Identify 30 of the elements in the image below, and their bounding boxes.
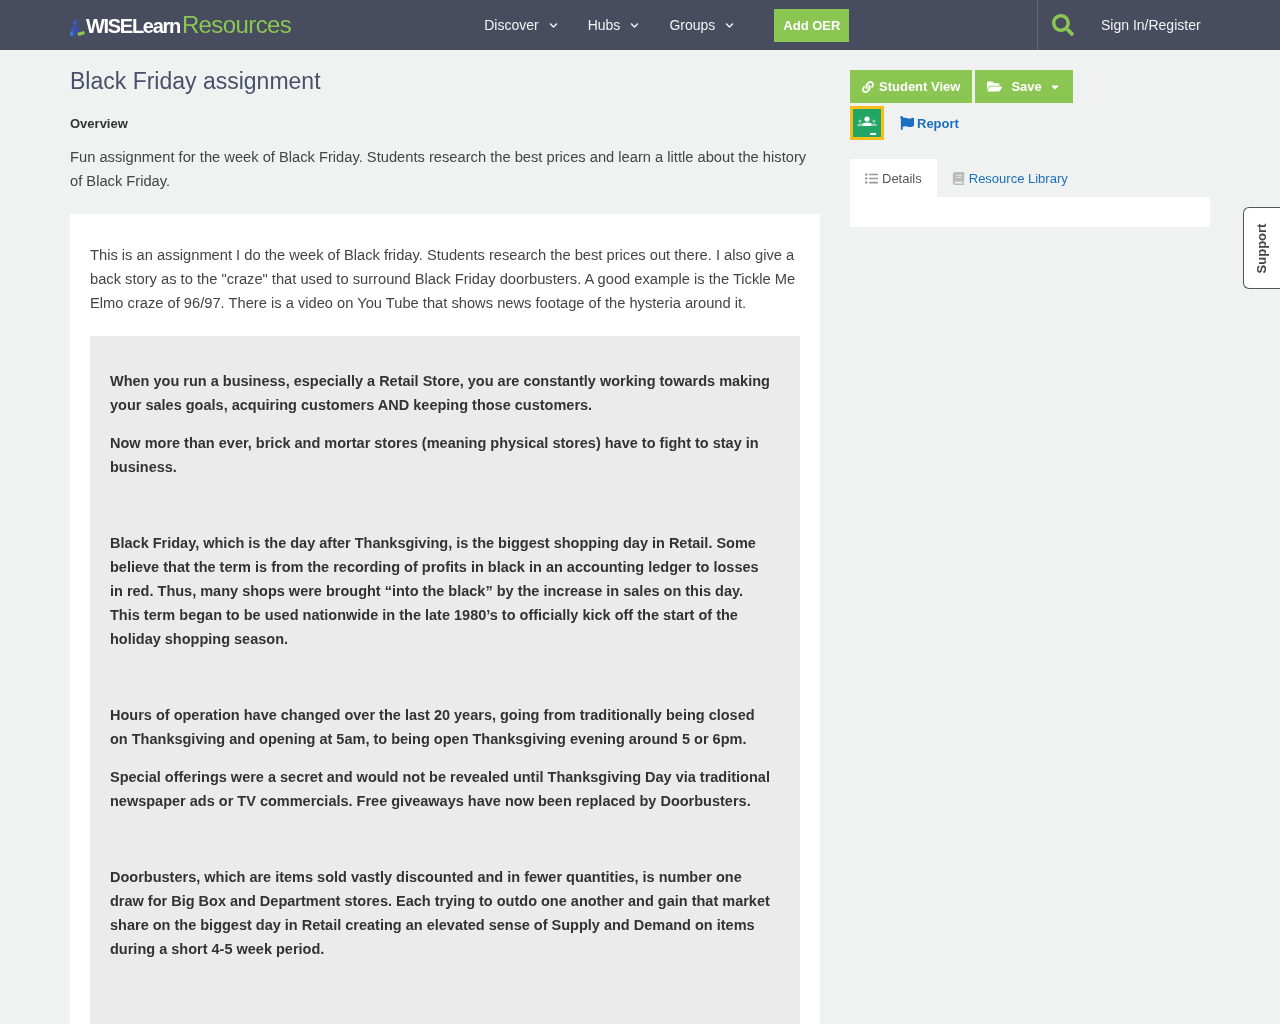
report-link[interactable]: Report	[900, 115, 959, 131]
body-paragraph: Now more than ever, brick and mortar stores (meaning physical stores) have to fight to stay in business.	[110, 434, 760, 477]
details-tab[interactable]: Details	[850, 159, 937, 197]
chevron-down-icon	[548, 20, 558, 30]
body-paragraph: Special offerings were a secret and would not be revealed until Thanksgiving Day via traditional newspaper ads or TV commercials. Free giveaways have now been replaced by Doorbusters.	[110, 768, 771, 811]
body-paragraph: When you run a business, especially a Retail Store, you are constantly working towards making your sales goals, acquiring customers AND keeping those customers.	[110, 372, 771, 415]
logo-wordmark[interactable]: WISELearnResources	[86, 11, 292, 39]
support-tab[interactable]: Support	[1243, 207, 1280, 289]
book-icon	[951, 171, 965, 185]
page-title: Black Friday assignment	[70, 67, 322, 96]
chevron-down-icon	[725, 20, 735, 30]
flag-icon	[900, 116, 914, 130]
sign-in-link[interactable]: Sign In/Register	[1101, 17, 1201, 33]
people-logo-icon	[70, 19, 85, 37]
nav-menu-item[interactable]: Discover	[484, 17, 558, 33]
link-icon	[862, 80, 874, 93]
body-paragraph: Black Friday, which is the day after Thanksgiving, is the biggest shopping day in Retail. Some believe that the term is from the recording of profits in black in an accounting ledger to losses in red. Thus, many shops were brought “into the black” by the increase in sales on this day. This term began to be used nationwide in the late 1980’s to officially kick off the start of the holiday shopping season.	[110, 534, 760, 649]
overview-label: Overview	[70, 115, 129, 133]
description-text: This is an assignment I do the week of Black friday. Students research the best prices out there. I also give a back story as to the "craze" that used to surround Black Friday doorbusters. A good example is the Tickle Me Elmo craze of 96/97. There is a video on You Tube that shows news footage of the hysteria around it.	[90, 246, 797, 313]
list-icon	[865, 171, 878, 185]
resource-library-tab[interactable]: Resource Library	[936, 159, 1083, 197]
nav-menu-item[interactable]: Groups	[669, 17, 735, 33]
search-icon[interactable]	[1052, 14, 1074, 36]
body-paragraph: Hours of operation have changed over the last 20 years, going from traditionally being closed on Thanksgiving and opening at 5am, to being open Thanksgiving evening around 5 or 6pm.	[110, 706, 756, 749]
chevron-down-icon	[630, 20, 640, 30]
folder-icon	[987, 79, 1003, 94]
overview-text: Fun assignment for the week of Black Friday. Students research the best prices and learn a little about the history of Black Friday.	[70, 148, 808, 191]
nav-menu-item[interactable]: Hubs	[587, 17, 640, 33]
classroom-board-icon[interactable]	[850, 106, 884, 140]
body-paragraph: Doorbusters, which are items sold vastly discounted and in fewer quantities, is number one draw for Big Box and Department stores. Each trying to outdo one another and gain that market share on the biggest day in Retail creating an elevated sense of Supply and Demand on items during a short 4-5 week period.	[110, 868, 771, 959]
